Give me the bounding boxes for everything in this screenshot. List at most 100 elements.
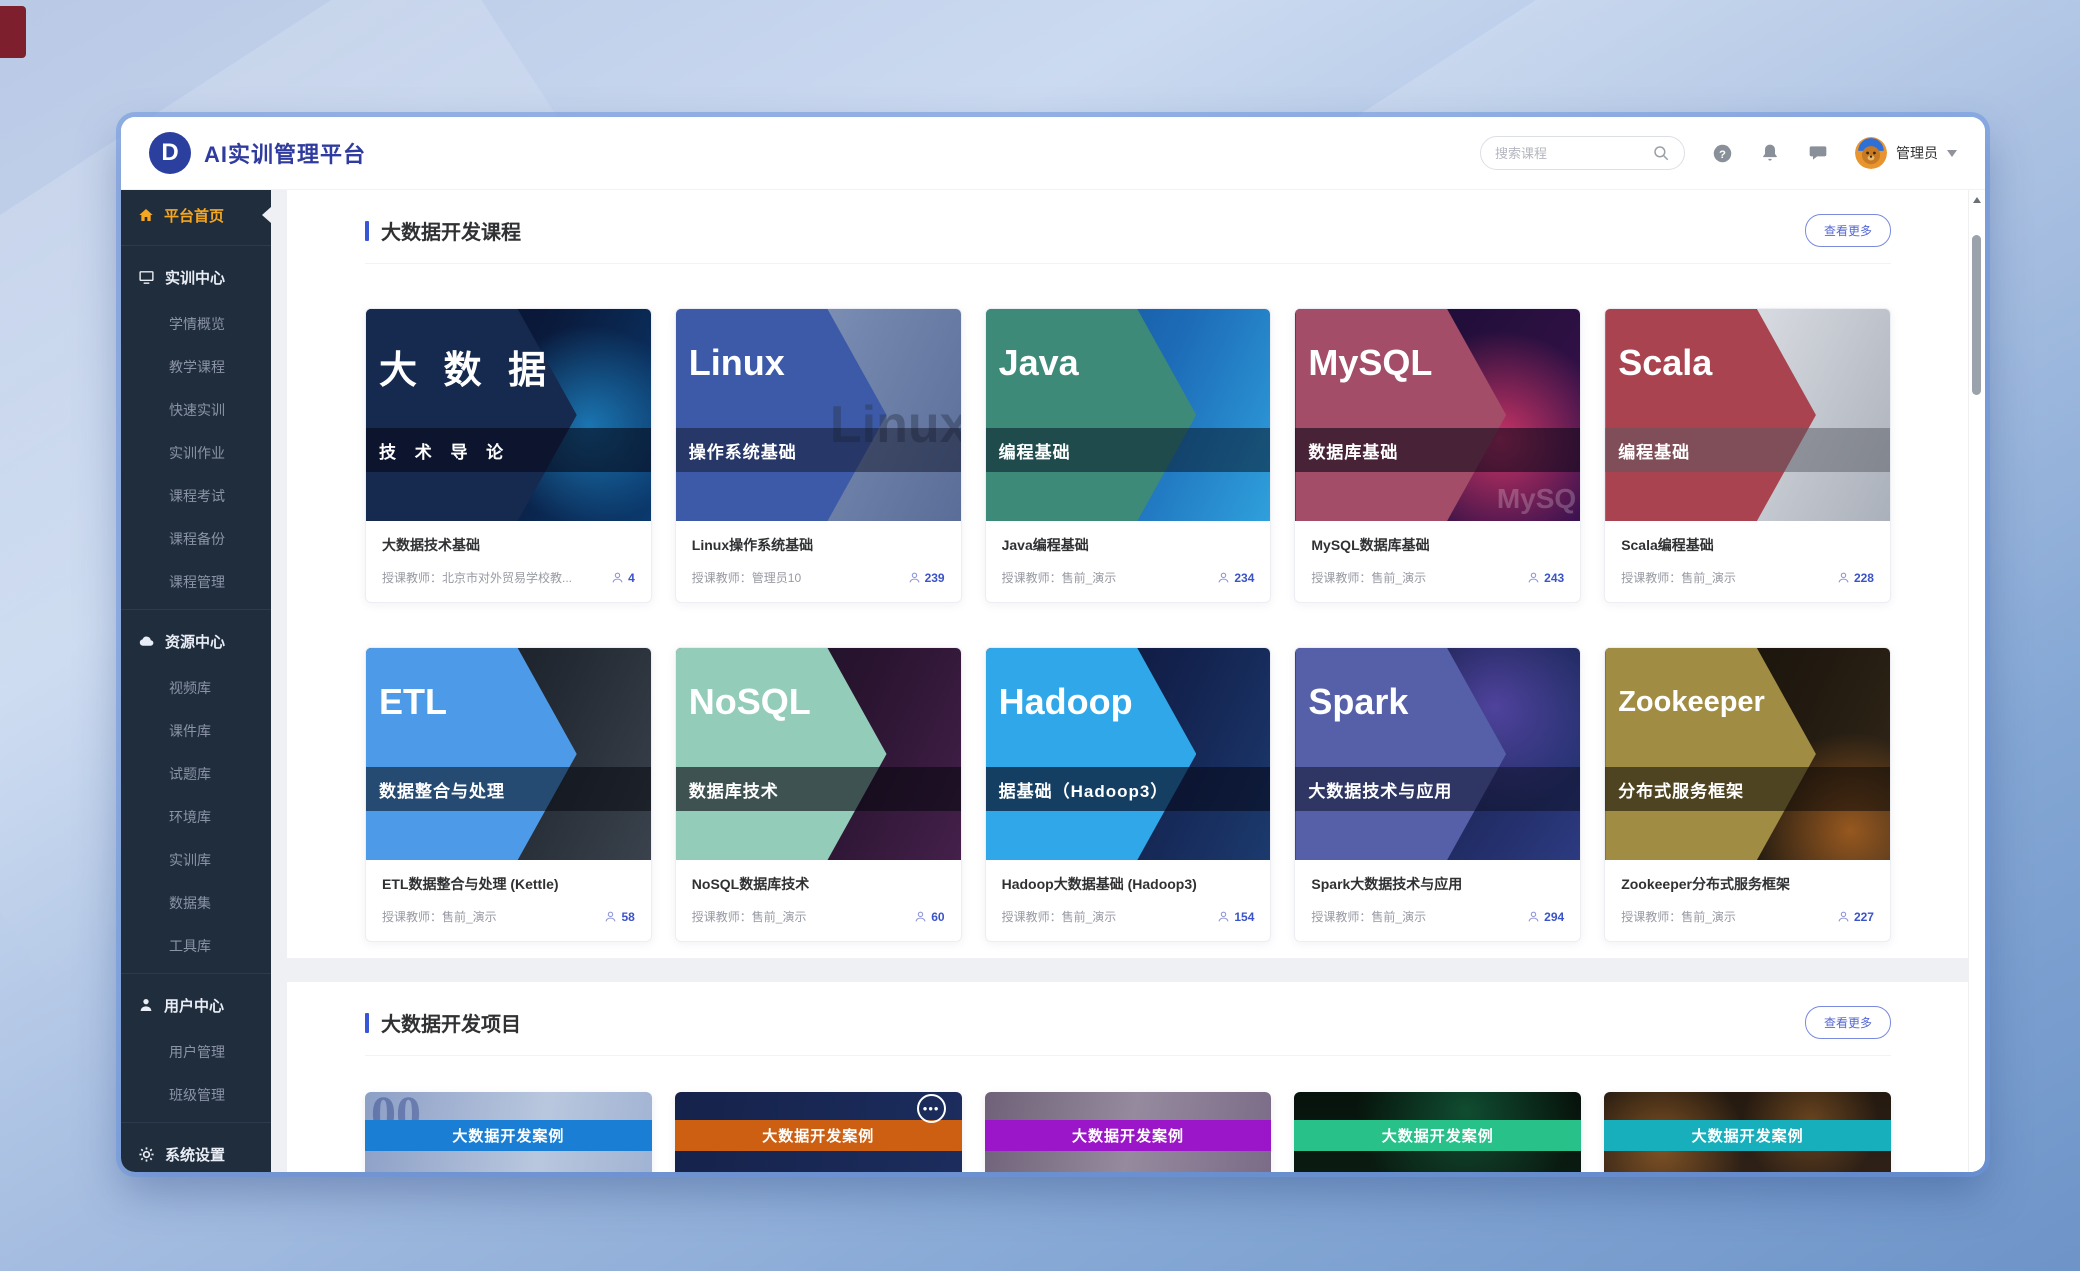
sidebar-group-settings[interactable]: 系统设置 <box>121 1128 271 1172</box>
project-card[interactable]: ••• 大数据开发案例 <box>675 1092 962 1172</box>
course-card[interactable]: 数据库技术 NoSQL NoSQL数据库技术 授课教师：售前_演示 60 <box>675 647 962 942</box>
scrollbar[interactable] <box>1968 190 1985 1172</box>
cover-arrow-shape <box>1295 309 1506 521</box>
project-cover-image: 大数据开发案例 <box>1604 1092 1891 1172</box>
course-info: Linux操作系统基础 授课教师：管理员10 239 <box>676 521 961 602</box>
app-window: D AI实训管理平台 ? <box>121 117 1985 1172</box>
course-card[interactable]: 大数据技术与应用 Spark Spark大数据技术与应用 授课教师：售前_演示 … <box>1294 647 1581 942</box>
person-icon <box>1527 571 1540 584</box>
cover-subtitle: 编程基础 <box>1618 438 1690 463</box>
course-card[interactable]: 据基础（Hadoop3） Hadoop Hadoop大数据基础 (Hadoop3… <box>985 647 1272 942</box>
project-card[interactable]: 大数据开发案例 <box>985 1092 1272 1172</box>
course-teacher: 授课教师：北京市对外贸易学校教... <box>382 569 605 586</box>
course-card[interactable]: 编程基础 Scala Scala编程基础 授课教师：售前_演示 228 <box>1604 308 1891 603</box>
bell-icon[interactable] <box>1759 142 1781 164</box>
cover-title: MySQL <box>1308 342 1432 384</box>
sidebar-item[interactable]: 用户管理 <box>121 1031 271 1074</box>
course-card[interactable]: 编程基础 Java Java编程基础 授课教师：售前_演示 234 <box>985 308 1272 603</box>
project-card[interactable]: 大数据开发案例 <box>1294 1092 1581 1172</box>
course-card[interactable]: MySQ 数据库基础 MySQL MySQL数据库基础 授课教师：售前_演示 <box>1294 308 1581 603</box>
search-icon[interactable] <box>1650 142 1672 164</box>
project-card[interactable]: 大数据开发案例 <box>1604 1092 1891 1172</box>
student-count: 227 <box>1837 910 1874 924</box>
sidebar-group-label: 实训中心 <box>165 267 225 288</box>
search-box[interactable] <box>1480 136 1685 170</box>
course-title: MySQL数据库基础 <box>1311 535 1564 555</box>
sidebar-item[interactable]: 试题库 <box>121 753 271 796</box>
student-count: 243 <box>1527 571 1564 585</box>
sidebar-item[interactable]: 环境库 <box>121 796 271 839</box>
course-card[interactable]: 分布式服务框架 Zookeeper Zookeeper分布式服务框架 授课教师：… <box>1604 647 1891 942</box>
section-title: 大数据开发项目 <box>365 1008 521 1037</box>
sidebar-item[interactable]: 课程管理 <box>121 561 271 604</box>
course-cover-image: 编程基础 Scala <box>1605 309 1890 521</box>
sidebar-item[interactable]: 实训作业 <box>121 432 271 475</box>
course-info: NoSQL数据库技术 授课教师：售前_演示 60 <box>676 860 961 941</box>
sidebar-item[interactable]: 工具库 <box>121 925 271 968</box>
person-icon <box>908 571 921 584</box>
sidebar-item[interactable]: 课件库 <box>121 710 271 753</box>
sidebar-item[interactable]: 数据集 <box>121 882 271 925</box>
course-cover-image: 数据整合与处理 ETL <box>366 648 651 860</box>
sidebar-item-home[interactable]: 平台首页 <box>121 190 271 240</box>
scrollbar-up-arrow[interactable] <box>1973 197 1981 203</box>
cover-title: Java <box>999 342 1079 384</box>
sidebar-group-users[interactable]: 用户中心 <box>121 979 271 1031</box>
cover-arrow-shape <box>1605 309 1816 521</box>
student-count: 4 <box>611 571 635 585</box>
cover-subtitle: 大数据技术与应用 <box>1308 777 1452 802</box>
course-title: ETL数据整合与处理 (Kettle) <box>382 874 635 894</box>
desktop-background: D AI实训管理平台 ? <box>0 0 2080 1271</box>
course-card[interactable]: 技 术 导 论 大 数 据 大数据技术基础 授课教师：北京市对外贸易学校教...… <box>365 308 652 603</box>
course-title: Java编程基础 <box>1002 535 1255 555</box>
course-teacher: 授课教师：售前_演示 <box>1002 569 1212 586</box>
cover-band: 操作系统基础 <box>676 428 961 472</box>
cover-title: 大 数 据 <box>379 339 554 394</box>
course-cover-image: 编程基础 Java <box>986 309 1271 521</box>
svg-text:?: ? <box>1719 148 1726 160</box>
person-icon <box>914 910 927 923</box>
cover-arrow-shape <box>1605 648 1816 860</box>
sidebar-item[interactable]: 课程考试 <box>121 475 271 518</box>
sidebar-item[interactable]: 快速实训 <box>121 389 271 432</box>
help-icon[interactable]: ? <box>1711 142 1733 164</box>
sidebar-group-training[interactable]: 实训中心 <box>121 251 271 303</box>
project-cover-image: ••• 大数据开发案例 <box>675 1092 962 1172</box>
sidebar-item-label: 平台首页 <box>164 205 224 226</box>
sidebar-item[interactable]: 教学课程 <box>121 346 271 389</box>
person-icon <box>1837 571 1850 584</box>
sidebar-item[interactable]: 班级管理 <box>121 1074 271 1117</box>
monitor-icon <box>138 269 155 286</box>
sidebar-item[interactable]: 学情概览 <box>121 303 271 346</box>
course-title: Scala编程基础 <box>1621 535 1874 555</box>
cover-band: 分布式服务框架 <box>1605 767 1890 811</box>
course-card[interactable]: Linux 操作系统基础 Linux Linux操作系统基础 授课教师：管理员1… <box>675 308 962 603</box>
sidebar-group-resources[interactable]: 资源中心 <box>121 615 271 667</box>
sidebar-item[interactable]: 视频库 <box>121 667 271 710</box>
cover-subtitle: 据基础（Hadoop3） <box>999 777 1169 802</box>
sidebar-item[interactable]: 课程备份 <box>121 518 271 561</box>
avatar[interactable] <box>1855 137 1887 169</box>
view-more-button[interactable]: 查看更多 <box>1805 214 1891 247</box>
search-input[interactable] <box>1493 145 1650 162</box>
message-icon[interactable] <box>1807 142 1829 164</box>
view-more-button[interactable]: 查看更多 <box>1805 1006 1891 1039</box>
person-icon <box>1217 910 1230 923</box>
chevron-down-icon <box>1947 150 1957 157</box>
sidebar-item[interactable]: 实训库 <box>121 839 271 882</box>
scrollbar-thumb[interactable] <box>1972 235 1981 395</box>
course-info: Spark大数据技术与应用 授课教师：售前_演示 294 <box>1295 860 1580 941</box>
course-title: Zookeeper分布式服务框架 <box>1621 874 1874 894</box>
app-logo-icon[interactable]: D <box>149 132 191 174</box>
cover-title: Spark <box>1308 681 1408 723</box>
course-title: NoSQL数据库技术 <box>692 874 945 894</box>
course-card[interactable]: 数据整合与处理 ETL ETL数据整合与处理 (Kettle) 授课教师：售前_… <box>365 647 652 942</box>
course-cover-image: 分布式服务框架 Zookeeper <box>1605 648 1890 860</box>
user-menu[interactable]: 管理员 <box>1855 137 1957 169</box>
course-grid: 技 术 导 论 大 数 据 大数据技术基础 授课教师：北京市对外贸易学校教...… <box>365 308 1891 942</box>
project-card[interactable]: 00 大数据开发案例 <box>365 1092 652 1172</box>
person-icon <box>1837 910 1850 923</box>
course-teacher: 授课教师：售前_演示 <box>692 908 908 925</box>
project-banner: 大数据开发案例 <box>1294 1120 1581 1151</box>
course-cover-image: Linux 操作系统基础 Linux <box>676 309 961 521</box>
